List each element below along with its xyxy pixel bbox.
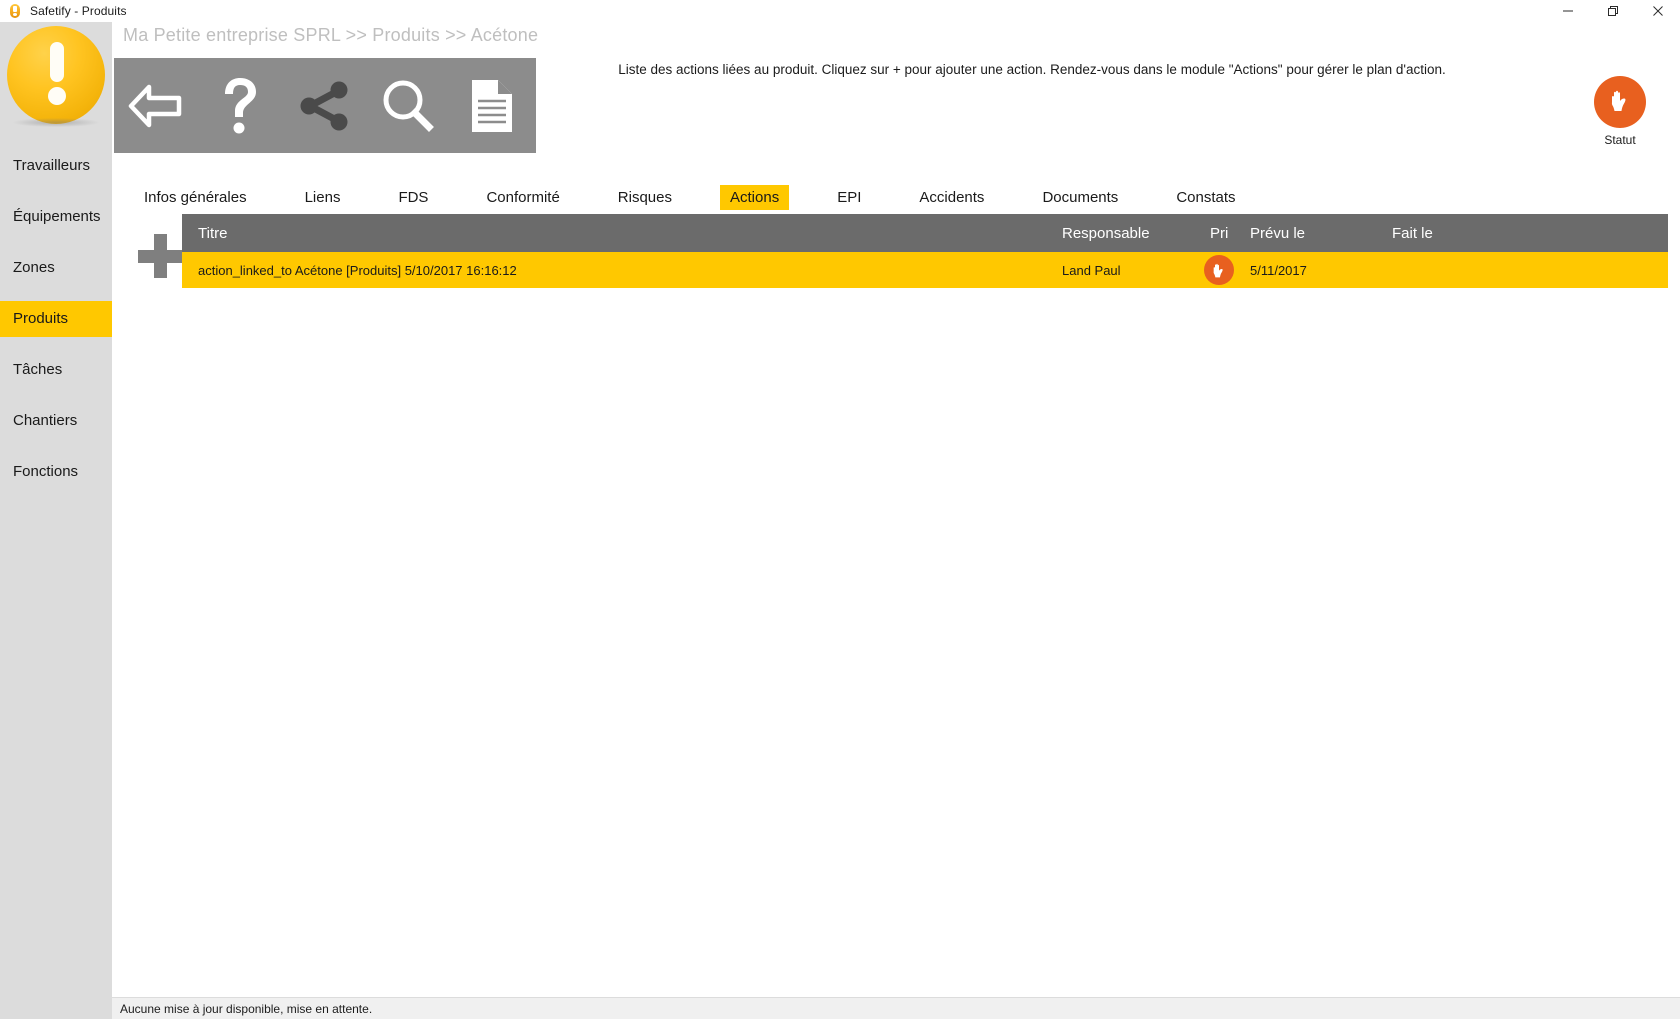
hint-text: Liste des actions liées au produit. Cliq… bbox=[618, 62, 1446, 77]
column-header-pri[interactable]: Pri bbox=[1210, 225, 1250, 242]
add-action-button[interactable] bbox=[138, 234, 182, 278]
sidebar-item-produits[interactable]: Produits bbox=[0, 301, 112, 337]
statusbar-message: Aucune mise à jour disponible, mise en a… bbox=[120, 1001, 373, 1016]
share-icon bbox=[295, 77, 353, 135]
tab-label: Documents bbox=[1042, 188, 1119, 206]
tab-liens[interactable]: Liens bbox=[295, 185, 351, 210]
tab-fds[interactable]: FDS bbox=[388, 185, 438, 210]
document-icon bbox=[468, 77, 516, 135]
document-button[interactable] bbox=[450, 58, 534, 153]
tab-label: Actions bbox=[730, 188, 780, 206]
sidebar-nav: Travailleurs Équipements Zones Produits … bbox=[0, 148, 112, 505]
window-title: Safetify - Produits bbox=[30, 4, 127, 18]
window-titlebar: Safetify - Produits bbox=[0, 0, 1680, 22]
column-header-responsable[interactable]: Responsable bbox=[1062, 225, 1210, 242]
search-magnifier-icon bbox=[379, 77, 437, 135]
minimize-button[interactable] bbox=[1545, 0, 1590, 22]
sidebar-item-chantiers[interactable]: Chantiers bbox=[0, 403, 112, 439]
sidebar-item-label: Tâches bbox=[13, 361, 63, 378]
statut-control[interactable]: Statut bbox=[1584, 76, 1656, 147]
help-question-icon bbox=[217, 75, 263, 137]
cell-titre: action_linked_to Acétone [Produits] 5/10… bbox=[198, 262, 517, 278]
tab-conformite[interactable]: Conformité bbox=[476, 185, 569, 210]
tab-label: Risques bbox=[617, 188, 672, 206]
help-button[interactable] bbox=[198, 58, 282, 153]
close-button[interactable] bbox=[1635, 0, 1680, 22]
tab-infos-generales[interactable]: Infos générales bbox=[134, 185, 257, 210]
sidebar-item-label: Produits bbox=[13, 310, 69, 327]
hand-stop-icon bbox=[1204, 255, 1234, 285]
maximize-button[interactable] bbox=[1590, 0, 1635, 22]
back-arrow-icon bbox=[127, 81, 185, 131]
statut-label: Statut bbox=[1604, 133, 1636, 147]
sidebar-item-taches[interactable]: Tâches bbox=[0, 352, 112, 388]
back-button[interactable] bbox=[114, 58, 198, 153]
sidebar-item-label: Fonctions bbox=[13, 463, 79, 480]
tab-label: FDS bbox=[398, 188, 429, 206]
tab-label: EPI bbox=[837, 188, 862, 206]
tab-documents[interactable]: Documents bbox=[1032, 185, 1128, 210]
tab-label: Constats bbox=[1176, 188, 1236, 206]
statusbar-left-filler bbox=[0, 997, 112, 1019]
tab-label: Accidents bbox=[919, 188, 985, 206]
hand-stop-icon bbox=[1605, 85, 1635, 120]
cell-responsable: Land Paul bbox=[1062, 262, 1121, 278]
tab-actions[interactable]: Actions bbox=[720, 184, 790, 210]
breadcrumb: Ma Petite entreprise SPRL >> Produits >>… bbox=[123, 25, 539, 45]
sidebar-item-label: Zones bbox=[13, 259, 55, 276]
table-header-row: Titre Responsable Pri Prévu le Fait le bbox=[182, 214, 1668, 252]
sidebar-item-zones[interactable]: Zones bbox=[0, 250, 112, 286]
sidebar: Travailleurs Équipements Zones Produits … bbox=[0, 22, 112, 1019]
tab-label: Liens bbox=[304, 188, 341, 206]
sidebar-item-equipements[interactable]: Équipements bbox=[0, 199, 112, 235]
column-header-titre[interactable]: Titre bbox=[182, 225, 1062, 242]
tab-constats[interactable]: Constats bbox=[1166, 185, 1245, 210]
app-icon bbox=[7, 3, 23, 19]
sidebar-item-label: Chantiers bbox=[13, 412, 78, 429]
actions-table: Titre Responsable Pri Prévu le Fait le a… bbox=[182, 214, 1668, 288]
table-row[interactable]: action_linked_to Acétone [Produits] 5/10… bbox=[182, 252, 1668, 288]
share-button[interactable] bbox=[282, 58, 366, 153]
safetify-logo bbox=[7, 26, 105, 127]
column-header-prevu-le[interactable]: Prévu le bbox=[1250, 225, 1392, 242]
statut-button[interactable] bbox=[1594, 76, 1646, 128]
column-header-fait-le[interactable]: Fait le bbox=[1392, 225, 1532, 242]
sidebar-item-label: Équipements bbox=[13, 208, 101, 225]
statusbar: Aucune mise à jour disponible, mise en a… bbox=[112, 997, 1680, 1019]
tab-epi[interactable]: EPI bbox=[827, 185, 871, 210]
window-controls bbox=[1545, 0, 1680, 22]
tab-risques[interactable]: Risques bbox=[608, 185, 682, 210]
tab-bar: Infos générales Liens FDS Conformité Ris… bbox=[112, 182, 1680, 212]
sidebar-item-travailleurs[interactable]: Travailleurs bbox=[0, 148, 112, 184]
sidebar-item-label: Travailleurs bbox=[13, 157, 90, 174]
sidebar-item-fonctions[interactable]: Fonctions bbox=[0, 454, 112, 490]
action-toolbar bbox=[114, 58, 536, 153]
cell-prevu-le: 5/11/2017 bbox=[1250, 262, 1307, 278]
tab-accidents[interactable]: Accidents bbox=[909, 185, 994, 210]
main-content: Ma Petite entreprise SPRL >> Produits >>… bbox=[112, 22, 1680, 1019]
tab-label: Infos générales bbox=[144, 188, 247, 206]
search-button[interactable] bbox=[366, 58, 450, 153]
cell-priorite bbox=[1204, 255, 1250, 285]
tab-label: Conformité bbox=[486, 188, 560, 206]
